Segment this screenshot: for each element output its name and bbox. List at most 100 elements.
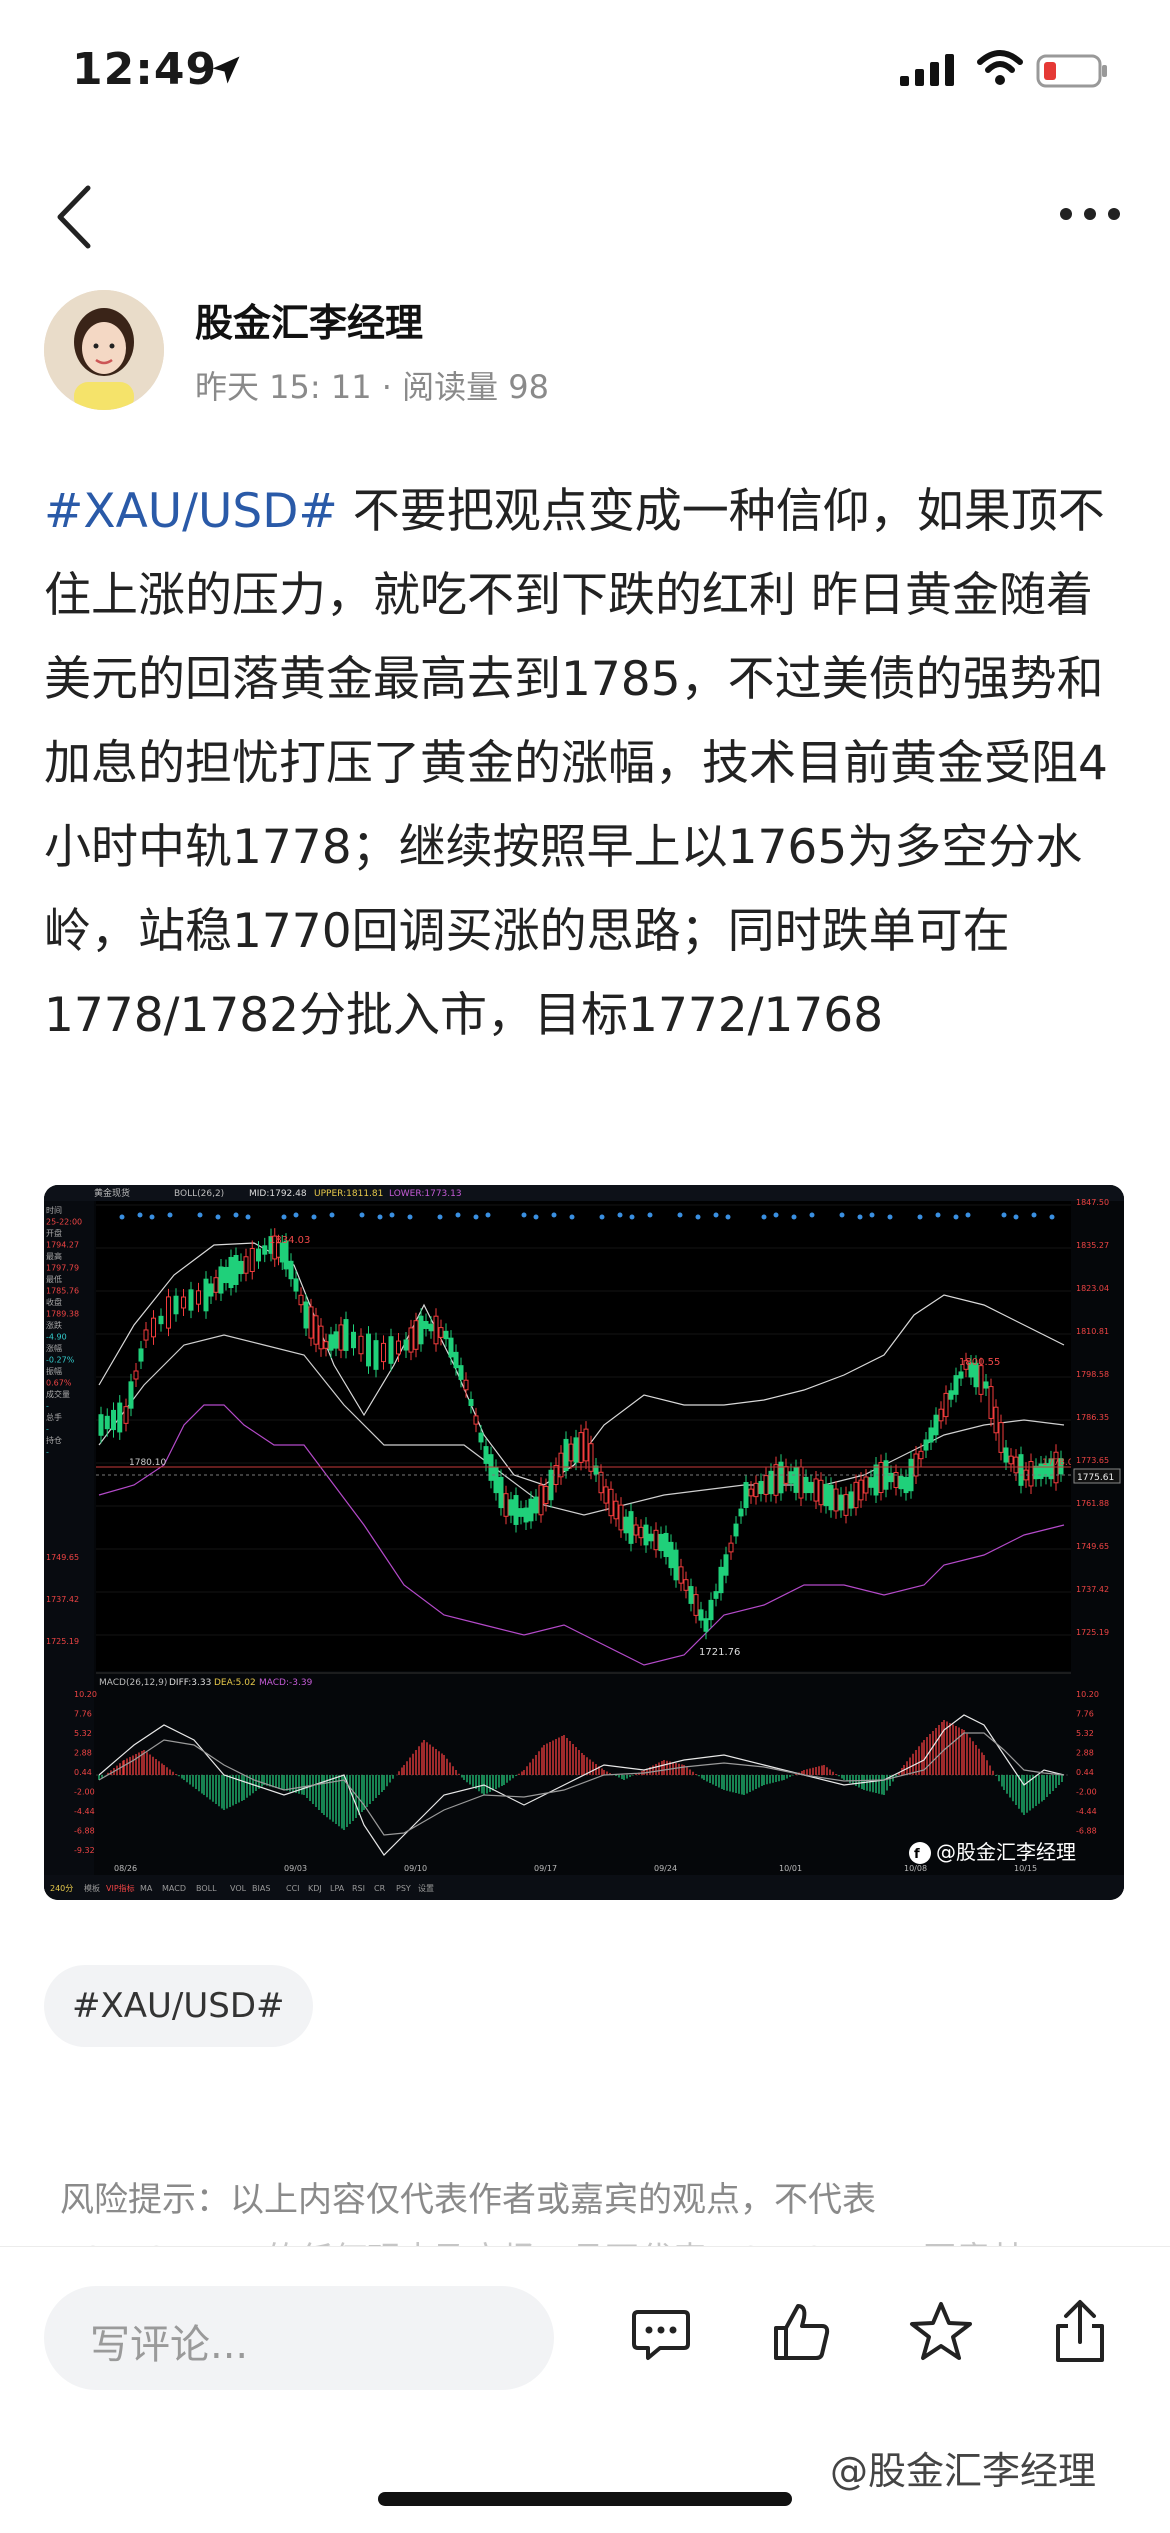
- left-axis-label: 1749.65: [46, 1553, 79, 1562]
- signal-dot: [695, 1214, 701, 1220]
- post-text: 不要把观点变成一种信仰，如果顶不住上涨的压力，就吃不到下跌的红利 昨日黄金随着美…: [44, 484, 1108, 1043]
- signal-dot: [389, 1212, 395, 1218]
- macd-left-axis-label: -9.32: [74, 1846, 95, 1855]
- signal-dot: [437, 1214, 443, 1220]
- indicator-tab: PSY: [396, 1884, 411, 1893]
- signal-dot: [149, 1214, 155, 1220]
- price-axis-label: 1725.19: [1076, 1628, 1109, 1637]
- indicator-tab: BIAS: [252, 1884, 270, 1893]
- svg-text:f: f: [914, 1847, 920, 1862]
- indicator-tab: LPA: [330, 1884, 345, 1893]
- signal-dot: [773, 1212, 779, 1218]
- date-label: 09/03: [284, 1864, 307, 1873]
- macd-axis-label: -4.44: [1076, 1807, 1097, 1816]
- share-icon[interactable]: [1050, 2298, 1110, 2364]
- signal-dot: [407, 1214, 413, 1220]
- signal-dot: [197, 1212, 203, 1218]
- back-chevron-icon[interactable]: [50, 182, 100, 252]
- location-arrow-icon: [212, 56, 240, 84]
- date-label: 10/15: [1014, 1864, 1037, 1873]
- status-time: 12:49: [72, 44, 218, 95]
- chart-boll-lower: LOWER:1773.13: [389, 1189, 462, 1199]
- macd-left-axis-label: 5.32: [74, 1729, 92, 1738]
- signal-dot: [119, 1214, 125, 1220]
- macd-label: MACD(26,12,9): [99, 1678, 167, 1688]
- signal-dot: [233, 1212, 239, 1218]
- macd-axis-label: 10.20: [1076, 1690, 1099, 1699]
- more-dots-icon[interactable]: [1058, 206, 1122, 222]
- indicator-tab: RSI: [352, 1884, 365, 1893]
- price-axis-label: 1786.35: [1076, 1413, 1109, 1422]
- post-meta: 昨天 15: 11 · 阅读量 98: [195, 368, 549, 406]
- side-label: -0.27%: [46, 1356, 75, 1365]
- signal-dot: [677, 1212, 683, 1218]
- macd-left-axis-label: -6.88: [74, 1827, 95, 1836]
- signal-dot: [569, 1214, 575, 1220]
- signal-dot: [311, 1214, 317, 1220]
- signal-dot: [617, 1212, 623, 1218]
- chart-date-axis: 08/26 09/03 09/10 09/17 09/24 10/01 10/08 10/15: [114, 1864, 1037, 1873]
- signal-dot: [713, 1212, 719, 1218]
- signal-dot: [329, 1212, 335, 1218]
- indicator-tab: MA: [140, 1884, 153, 1893]
- side-label: 1794.27: [46, 1241, 79, 1250]
- left-axis-label: 1725.19: [46, 1637, 79, 1646]
- battery-low-icon: [1036, 54, 1107, 88]
- indicator-tab: KDJ: [308, 1884, 322, 1893]
- page-watermark: @股金汇李经理: [830, 2449, 1097, 2493]
- price-axis-label: 1798.58: [1076, 1370, 1109, 1379]
- post-hashtag-link[interactable]: #XAU/USD#: [44, 484, 338, 539]
- signal-dot: [1049, 1214, 1055, 1220]
- indicator-tab: 模板: [84, 1883, 100, 1893]
- favorite-star-icon[interactable]: [908, 2300, 974, 2364]
- chart-boll-upper: UPPER:1811.81: [314, 1189, 383, 1199]
- date-label: 10/01: [779, 1864, 802, 1873]
- indicator-tab: CCI: [286, 1884, 300, 1893]
- date-label: 09/24: [654, 1864, 677, 1873]
- post-body: #XAU/USD# 不要把观点变成一种信仰，如果顶不住上涨的压力，就吃不到下跌的…: [44, 470, 1129, 1058]
- signal-dot: [377, 1214, 383, 1220]
- signal-dot: [647, 1212, 653, 1218]
- price-axis-label: 1761.88: [1076, 1499, 1109, 1508]
- side-label: 收盘: [46, 1297, 62, 1307]
- chart-peak-label: 1800.55: [959, 1357, 1000, 1368]
- indicator-tab: 设置: [418, 1883, 434, 1893]
- price-axis-label: 1810.81: [1076, 1327, 1109, 1336]
- signal-dot: [359, 1212, 365, 1218]
- chart-high-label: 1834.03: [269, 1235, 310, 1246]
- macd-left-axis-label: 10.20: [74, 1690, 97, 1699]
- signal-dot: [725, 1214, 731, 1220]
- price-axis-label: 1823.04: [1076, 1284, 1109, 1293]
- macd-left-axis-label: -4.44: [74, 1807, 95, 1816]
- signal-dot: [1031, 1212, 1037, 1218]
- tag-chip-xauusd[interactable]: #XAU/USD#: [44, 1965, 313, 2047]
- signal-dot: [137, 1212, 143, 1218]
- macd-axis-label: 0.44: [1076, 1768, 1094, 1777]
- signal-dot: [245, 1214, 251, 1220]
- signal-dot: [167, 1212, 173, 1218]
- chart-boll-mid: MID:1792.48: [249, 1189, 307, 1199]
- chart-left-level: 1780.10: [129, 1458, 166, 1468]
- side-label: -: [46, 1402, 49, 1411]
- side-label: 开盘: [46, 1228, 62, 1238]
- signal-dot: [599, 1214, 605, 1220]
- post-chart-image[interactable]: 黄金现货 BOLL(26,2) MID:1792.48 UPPER:1811.8…: [44, 1185, 1124, 1900]
- comment-icon[interactable]: [630, 2302, 692, 2364]
- chart-watermark: @股金汇李经理: [936, 1840, 1076, 1864]
- chart-indicator-tabs: 240分 模板 VIP指标 MA MACD BOLL VOL BIAS CCI KDJ LPA RSI…: [50, 1883, 434, 1893]
- macd-left-axis-label: 0.44: [74, 1768, 92, 1777]
- signal-dot: [521, 1212, 527, 1218]
- macd-left-axis-label: 7.76: [74, 1710, 92, 1719]
- macd-value: MACD:-3.39: [259, 1678, 313, 1688]
- signal-dot: [887, 1214, 893, 1220]
- side-label: -: [46, 1425, 49, 1434]
- author-avatar[interactable]: [44, 290, 164, 410]
- cellular-signal-icon: [900, 54, 954, 86]
- macd-left-axis-label: 2.88: [74, 1749, 92, 1758]
- like-thumb-icon[interactable]: [770, 2300, 834, 2364]
- side-label: -: [46, 1448, 49, 1457]
- author-name[interactable]: 股金汇李经理: [195, 292, 423, 347]
- signal-dot: [935, 1212, 941, 1218]
- side-label: 涨幅: [46, 1343, 62, 1353]
- side-label: 时间: [46, 1205, 62, 1215]
